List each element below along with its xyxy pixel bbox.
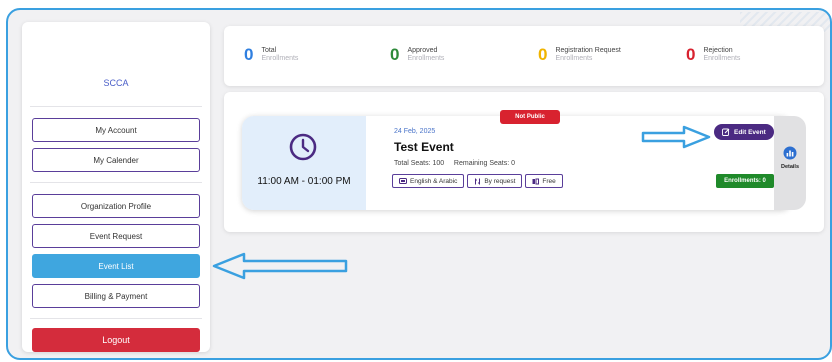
stat-label: Total <box>261 46 277 54</box>
edit-event-label: Edit Event <box>734 128 766 136</box>
stat-label: Registration Request <box>555 46 621 54</box>
stat-total-enrollments: 0 Total Enrollments <box>244 36 364 74</box>
event-tag-language: English & Arabic <box>392 174 465 188</box>
event-seats: Total Seats: 100 Remaining Seats: 0 <box>394 160 516 167</box>
stat-sublabel: Enrollments <box>703 55 741 62</box>
event-tag-label: English & Arabic <box>410 177 458 185</box>
sidebar-divider <box>30 318 202 319</box>
sidebar-item-event-list[interactable]: Event List <box>32 254 200 278</box>
event-tag-label: Free <box>542 177 556 185</box>
clock-icon <box>289 133 317 161</box>
analytics-icon <box>783 146 797 160</box>
ticket-icon <box>532 178 540 184</box>
stat-rejection: 0 Rejection Enrollments <box>686 36 806 74</box>
details-button[interactable]: Details <box>774 116 806 210</box>
sidebar-item-billing-payment[interactable]: Billing & Payment <box>32 284 200 308</box>
sidebar-divider <box>30 182 202 183</box>
stat-registration-request: 0 Registration Request Enrollments <box>538 36 678 74</box>
status-badge: Not Public <box>500 110 560 124</box>
event-tag-request: By request <box>467 174 523 188</box>
stat-value: 0 <box>538 45 548 64</box>
stat-sublabel: Enrollments <box>261 55 299 62</box>
pointer-arrow-event-list <box>212 252 348 280</box>
stat-label: Rejection <box>703 46 733 54</box>
enrollments-button[interactable]: Enrollments: 0 <box>716 174 774 188</box>
sidebar: SCCA My Account My Calender Organization… <box>22 22 210 352</box>
stat-label: Approved <box>407 46 438 54</box>
stat-value: 0 <box>390 45 400 64</box>
event-tag-label: By request <box>484 177 516 185</box>
stat-sublabel: Enrollments <box>555 55 593 62</box>
stat-value: 0 <box>686 45 696 64</box>
enrollment-stats: 0 Total Enrollments 0 Approved Enrollments… <box>224 26 824 86</box>
details-label: Details <box>780 164 800 170</box>
stat-value: 0 <box>244 45 254 64</box>
sidebar-item-my-calender[interactable]: My Calender <box>32 148 200 172</box>
pointer-arrow-edit-event <box>641 125 711 149</box>
logout-button[interactable]: Logout <box>32 328 200 352</box>
stat-approved-enrollments: 0 Approved Enrollments <box>390 36 510 74</box>
sidebar-item-my-account[interactable]: My Account <box>32 118 200 142</box>
sidebar-item-event-request[interactable]: Event Request <box>32 224 200 248</box>
language-icon <box>399 178 407 184</box>
event-tag-price: Free <box>525 174 563 188</box>
event-list-panel: Not Public 11:00 AM - 01:00 PM 24 Feb, 2… <box>224 92 824 232</box>
event-date: 24 Feb, 2025 <box>394 128 436 135</box>
event-title: Test Event <box>394 140 454 154</box>
event-time: 11:00 AM - 01:00 PM <box>257 176 351 187</box>
stat-sublabel: Enrollments <box>407 55 445 62</box>
request-icon <box>475 178 481 184</box>
organization-name: SCCA <box>103 78 129 88</box>
event-time-box: 11:00 AM - 01:00 PM <box>242 116 366 210</box>
event-tags: English & Arabic By request Free <box>392 174 563 188</box>
sidebar-divider <box>30 106 202 107</box>
sidebar-item-organization-profile[interactable]: Organization Profile <box>32 194 200 218</box>
edit-icon <box>722 128 730 136</box>
edit-event-button[interactable]: Edit Event <box>714 124 774 140</box>
